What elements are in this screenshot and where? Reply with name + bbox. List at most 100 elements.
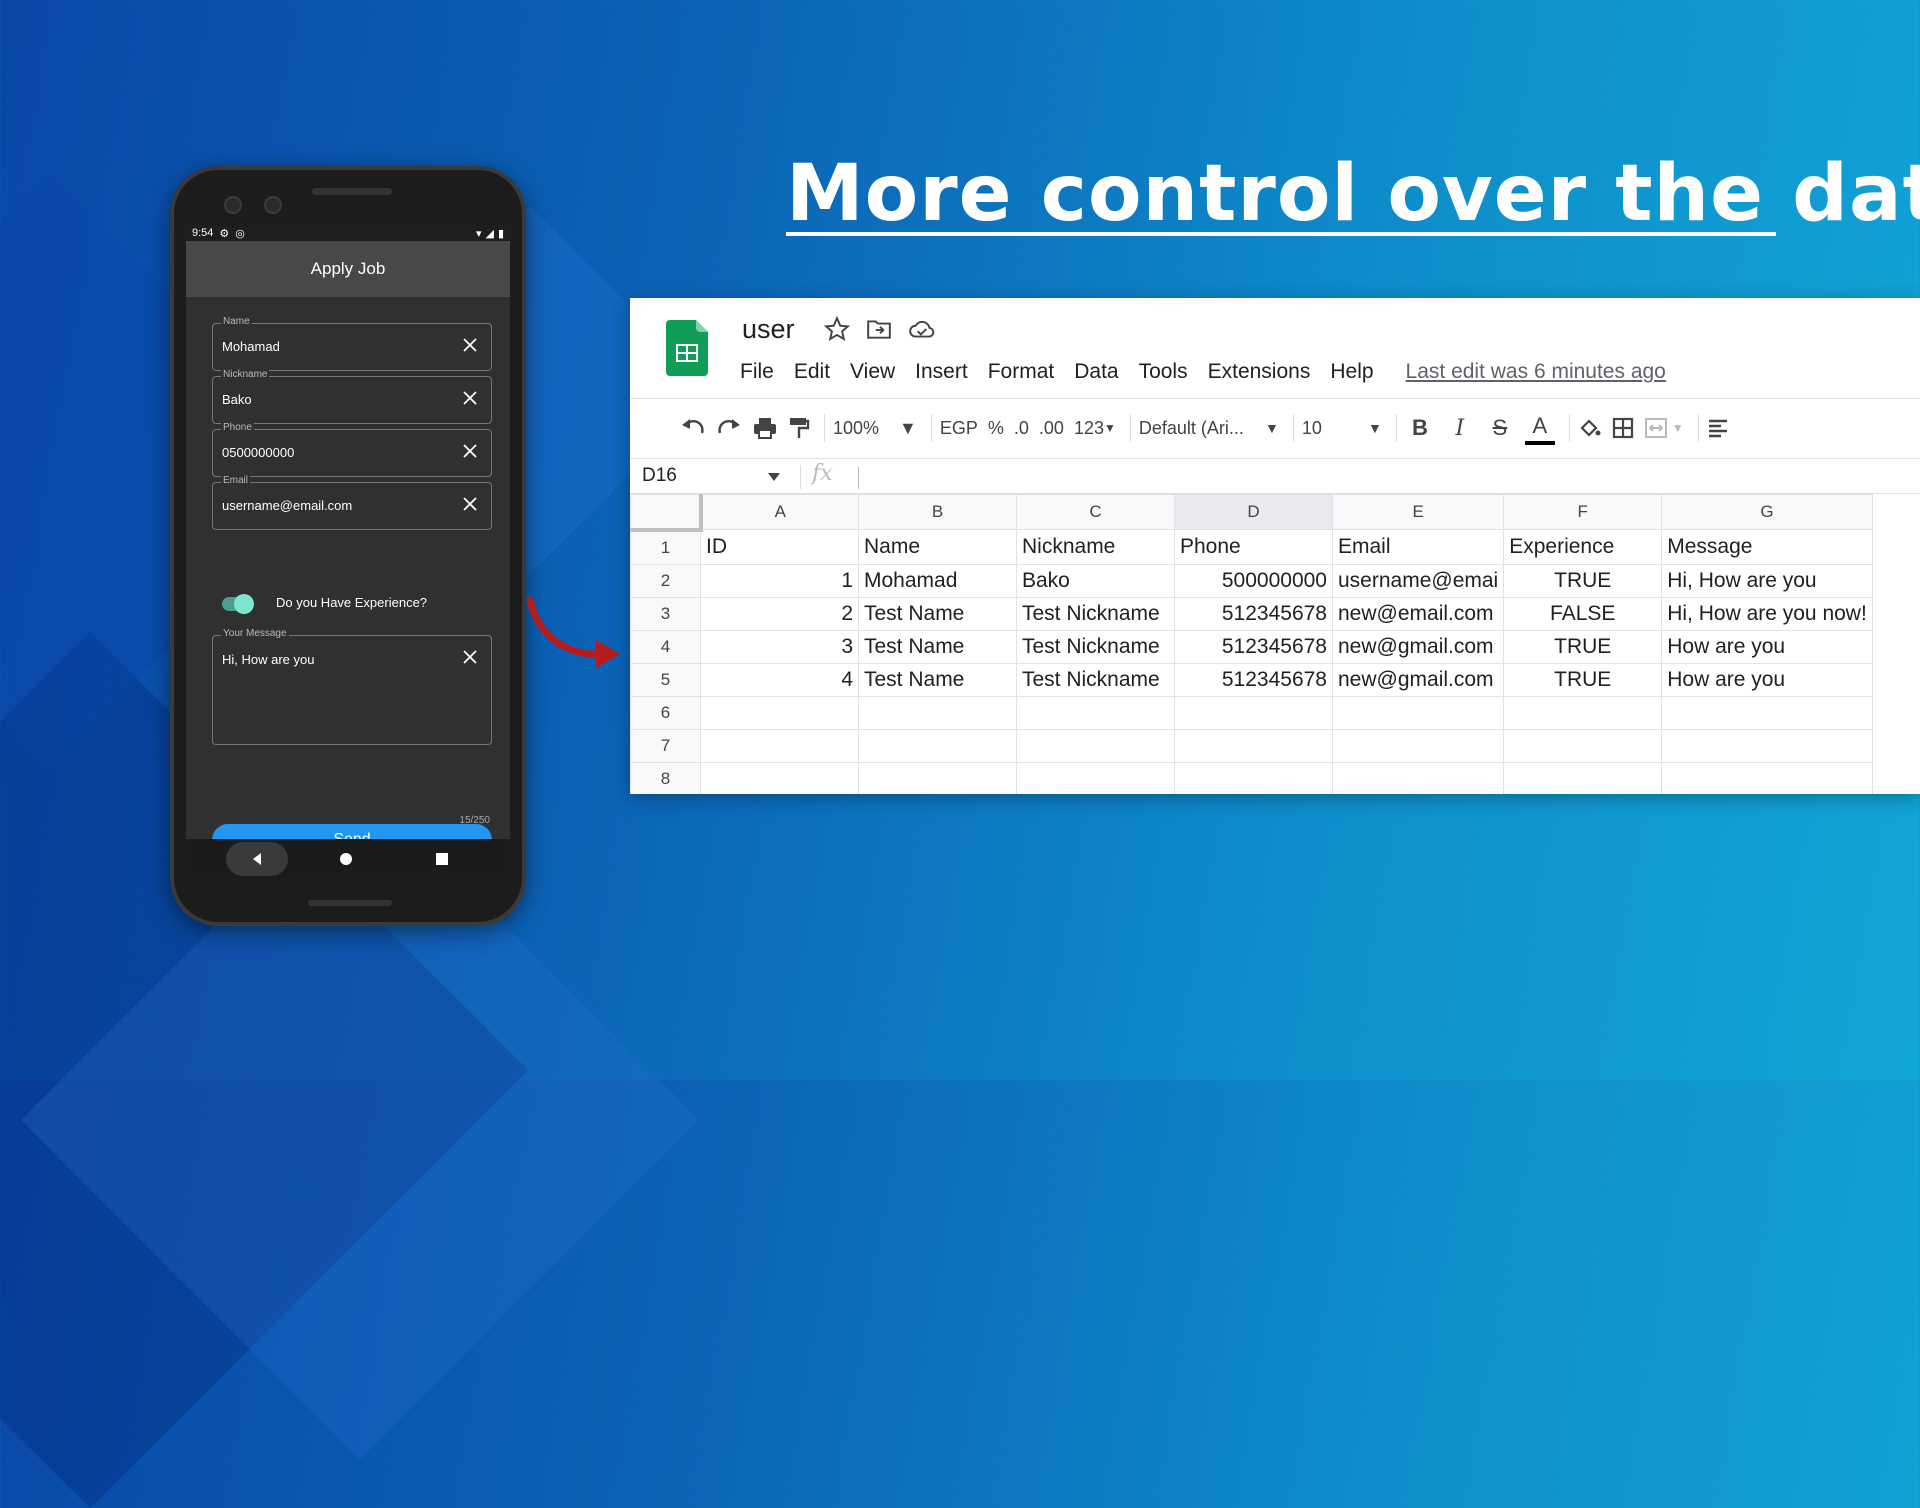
- menu-extensions[interactable]: Extensions: [1208, 360, 1311, 384]
- grid-cell[interactable]: [1331, 695, 1505, 730]
- grid-cell[interactable]: [1174, 728, 1333, 763]
- grid-cell[interactable]: [1503, 728, 1663, 763]
- grid-cell[interactable]: [1503, 761, 1663, 794]
- grid-cell[interactable]: [700, 761, 859, 794]
- cloud-status-icon[interactable]: [908, 316, 936, 342]
- grid-cell[interactable]: TRUE: [1503, 629, 1663, 664]
- grid-cell[interactable]: Email: [1331, 529, 1505, 565]
- select-all-corner[interactable]: [630, 494, 703, 532]
- clear-icon[interactable]: [461, 495, 479, 513]
- more-formats-button[interactable]: 123 ▼: [1074, 410, 1116, 446]
- text-color-button[interactable]: A: [1524, 411, 1555, 445]
- star-icon[interactable]: [824, 316, 850, 342]
- grid-cell[interactable]: [1331, 728, 1505, 763]
- column-header-d[interactable]: D: [1174, 494, 1333, 530]
- clear-icon[interactable]: [461, 442, 479, 460]
- print-button[interactable]: [752, 410, 778, 446]
- row-header[interactable]: 4: [630, 629, 701, 664]
- grid-cell[interactable]: Hi, How are you: [1661, 563, 1873, 598]
- grid-cell[interactable]: TRUE: [1503, 662, 1663, 697]
- grid-cell[interactable]: 512345678: [1174, 662, 1333, 697]
- grid-cell[interactable]: [700, 728, 859, 763]
- row-header[interactable]: 7: [630, 728, 701, 763]
- email-field[interactable]: Email username@email.com: [212, 475, 492, 530]
- name-field[interactable]: Name Mohamad: [212, 316, 492, 371]
- phone-field[interactable]: Phone 0500000000: [212, 422, 492, 477]
- grid-cell[interactable]: 2: [700, 596, 859, 631]
- grid-cell[interactable]: [1174, 695, 1333, 730]
- menu-help[interactable]: Help: [1330, 360, 1373, 384]
- name-box[interactable]: D16: [642, 465, 677, 487]
- grid-cell[interactable]: 500000000: [1174, 563, 1333, 598]
- grid-cell[interactable]: [858, 761, 1017, 794]
- menu-file[interactable]: File: [740, 360, 774, 384]
- borders-button[interactable]: [1612, 410, 1634, 446]
- row-header[interactable]: 1: [630, 529, 701, 565]
- merge-cells-button[interactable]: ▼: [1644, 410, 1684, 446]
- decrease-decimal-button[interactable]: .0: [1014, 410, 1029, 446]
- grid-cell[interactable]: Hi, How are you now!: [1661, 596, 1873, 631]
- percent-button[interactable]: %: [988, 410, 1004, 446]
- nickname-field[interactable]: Nickname Bako: [212, 369, 492, 424]
- grid-cell[interactable]: 512345678: [1174, 596, 1333, 631]
- undo-button[interactable]: [680, 410, 706, 446]
- zoom-select[interactable]: 100%: [833, 410, 879, 446]
- menu-view[interactable]: View: [850, 360, 895, 384]
- document-title[interactable]: user: [742, 314, 795, 345]
- menu-tools[interactable]: Tools: [1139, 360, 1188, 384]
- grid-cell[interactable]: Test Name: [858, 662, 1017, 697]
- italic-button[interactable]: I: [1445, 410, 1475, 446]
- grid-cell[interactable]: username@emai: [1331, 563, 1505, 598]
- grid-cell[interactable]: [858, 728, 1017, 763]
- grid-cell[interactable]: [1331, 761, 1505, 794]
- menu-format[interactable]: Format: [988, 360, 1055, 384]
- last-edit-link[interactable]: Last edit was 6 minutes ago: [1406, 360, 1666, 384]
- grid-cell[interactable]: [1661, 695, 1873, 730]
- menu-data[interactable]: Data: [1074, 360, 1118, 384]
- paint-format-button[interactable]: [788, 410, 810, 446]
- chevron-down-icon[interactable]: ▼: [899, 410, 917, 446]
- grid-cell[interactable]: Test Name: [858, 629, 1017, 664]
- font-size-select[interactable]: 10 ▼: [1302, 410, 1382, 446]
- grid-cell[interactable]: new@email.com: [1331, 596, 1505, 631]
- column-header-b[interactable]: B: [858, 494, 1017, 530]
- grid-cell[interactable]: Experience: [1503, 529, 1663, 565]
- experience-toggle[interactable]: [222, 594, 254, 614]
- grid-cell[interactable]: 1: [700, 563, 859, 598]
- home-button[interactable]: [340, 853, 352, 865]
- grid-cell[interactable]: Message: [1661, 529, 1873, 565]
- fill-color-button[interactable]: [1578, 410, 1602, 446]
- row-header[interactable]: 3: [630, 596, 701, 631]
- recents-button[interactable]: [436, 853, 448, 865]
- clear-icon[interactable]: [461, 389, 479, 407]
- clear-icon[interactable]: [461, 336, 479, 354]
- message-field[interactable]: Your Message Hi, How are you: [212, 628, 492, 745]
- chevron-down-icon[interactable]: [768, 473, 780, 481]
- grid-cell[interactable]: new@gmail.com: [1331, 662, 1505, 697]
- grid-cell[interactable]: TRUE: [1503, 563, 1663, 598]
- grid-cell[interactable]: Nickname: [1016, 529, 1175, 565]
- grid-cell[interactable]: [700, 695, 859, 730]
- menu-edit[interactable]: Edit: [794, 360, 830, 384]
- grid-cell[interactable]: [1503, 695, 1663, 730]
- row-header[interactable]: 2: [630, 563, 701, 598]
- grid-cell[interactable]: Test Nickname: [1016, 596, 1175, 631]
- grid-cell[interactable]: Name: [858, 529, 1017, 565]
- grid-cell[interactable]: Test Nickname: [1016, 629, 1175, 664]
- grid-cell[interactable]: [1661, 761, 1873, 794]
- align-button[interactable]: [1707, 410, 1729, 446]
- grid-cell[interactable]: Bako: [1016, 563, 1175, 598]
- grid-cell[interactable]: ID: [700, 529, 859, 565]
- grid-cell[interactable]: FALSE: [1503, 596, 1663, 631]
- grid-cell[interactable]: 4: [700, 662, 859, 697]
- column-header-f[interactable]: F: [1503, 494, 1663, 530]
- grid-cell[interactable]: [858, 695, 1017, 730]
- row-header[interactable]: 5: [630, 662, 701, 697]
- grid-cell[interactable]: [1661, 728, 1873, 763]
- column-header-g[interactable]: G: [1661, 494, 1873, 530]
- column-header-a[interactable]: A: [700, 494, 859, 530]
- column-header-c[interactable]: C: [1016, 494, 1175, 530]
- row-header[interactable]: 8: [630, 761, 701, 794]
- back-button[interactable]: [226, 842, 288, 876]
- redo-button[interactable]: [716, 410, 742, 446]
